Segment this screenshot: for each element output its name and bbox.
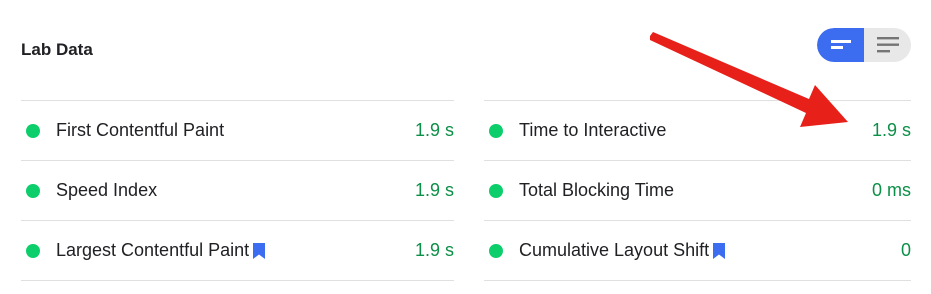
- bookmark-icon[interactable]: [713, 242, 726, 259]
- metric-label: Largest Contentful Paint: [56, 240, 250, 260]
- list-expanded-icon: [876, 37, 899, 53]
- metric-value: 0 ms: [871, 180, 911, 200]
- metric-value: 1.9 s: [414, 180, 454, 200]
- pass-indicator-icon: [26, 183, 40, 198]
- metric-label: Time to Interactive: [519, 120, 667, 140]
- view-toggle[interactable]: [817, 28, 911, 62]
- metric-label: First Contentful Paint: [56, 120, 225, 140]
- list-compact-icon: [830, 40, 851, 49]
- metric-row-cumulative-layout-shift: Cumulative Layout Shift 0: [484, 220, 911, 281]
- metric-label: Cumulative Layout Shift: [519, 240, 710, 260]
- pass-indicator-icon: [26, 243, 40, 258]
- metric-row-largest-contentful-paint: Largest Contentful Paint 1.9 s: [21, 220, 454, 281]
- pass-indicator-icon: [489, 123, 503, 138]
- pass-indicator-icon: [26, 123, 40, 138]
- metric-value: 1.9 s: [871, 120, 911, 140]
- metric-row-time-to-interactive: Time to Interactive 1.9 s: [484, 100, 911, 160]
- pass-indicator-icon: [489, 183, 503, 198]
- metric-label: Speed Index: [56, 180, 158, 200]
- metrics-column-left: First Contentful Paint 1.9 s Speed Index…: [21, 100, 454, 281]
- compact-view-button[interactable]: [817, 28, 864, 62]
- metric-value: 0: [900, 240, 911, 260]
- metrics-column-right: Time to Interactive 1.9 s Total Blocking…: [484, 100, 911, 281]
- metric-value: 1.9 s: [414, 240, 454, 260]
- metric-value: 1.9 s: [414, 120, 454, 140]
- metric-row-total-blocking-time: Total Blocking Time 0 ms: [484, 160, 911, 220]
- bookmark-icon[interactable]: [253, 242, 266, 259]
- metric-row-first-contentful-paint: First Contentful Paint 1.9 s: [21, 100, 454, 160]
- expanded-view-button[interactable]: [864, 28, 911, 62]
- metric-label: Total Blocking Time: [519, 180, 675, 200]
- pass-indicator-icon: [489, 243, 503, 258]
- page-title: Lab Data: [21, 40, 93, 59]
- metric-row-speed-index: Speed Index 1.9 s: [21, 160, 454, 220]
